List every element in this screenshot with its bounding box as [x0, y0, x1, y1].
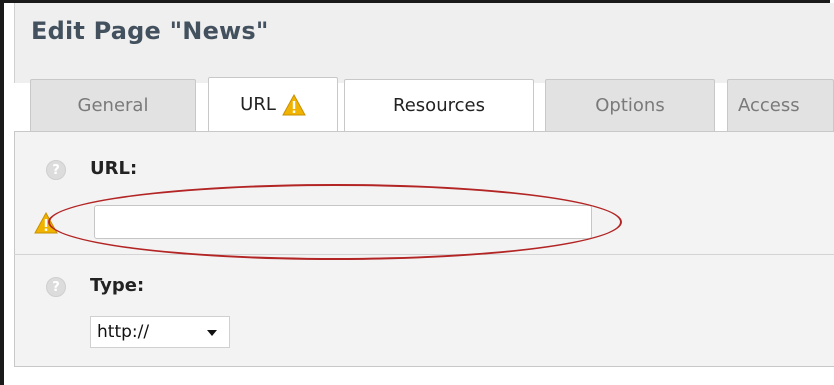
url-field-label: URL:	[90, 158, 138, 179]
url-input[interactable]	[94, 205, 592, 239]
tab-access[interactable]: Access	[727, 79, 834, 131]
page-title: Edit Page "News"	[31, 17, 269, 45]
type-select-value: http://	[97, 322, 150, 342]
tab-general[interactable]: General	[30, 79, 196, 131]
warning-icon	[282, 93, 306, 115]
page-header: Edit Page "News"	[14, 3, 834, 83]
tab-label: Access	[738, 95, 800, 116]
tab-label: Resources	[393, 95, 485, 116]
tab-label: Options	[595, 95, 665, 116]
tab-label: General	[77, 95, 149, 116]
tab-label: URL	[240, 94, 276, 115]
warning-icon	[34, 212, 58, 234]
help-icon[interactable]: ?	[46, 277, 66, 297]
tab-options[interactable]: Options	[545, 79, 715, 131]
type-select[interactable]: http://	[90, 316, 230, 348]
row-divider	[14, 254, 834, 255]
tab-url[interactable]: URL	[208, 77, 338, 131]
tab-resources[interactable]: Resources	[344, 79, 534, 131]
chevron-down-icon	[207, 330, 217, 336]
type-field-label: Type:	[90, 275, 145, 296]
help-icon[interactable]: ?	[46, 160, 66, 180]
